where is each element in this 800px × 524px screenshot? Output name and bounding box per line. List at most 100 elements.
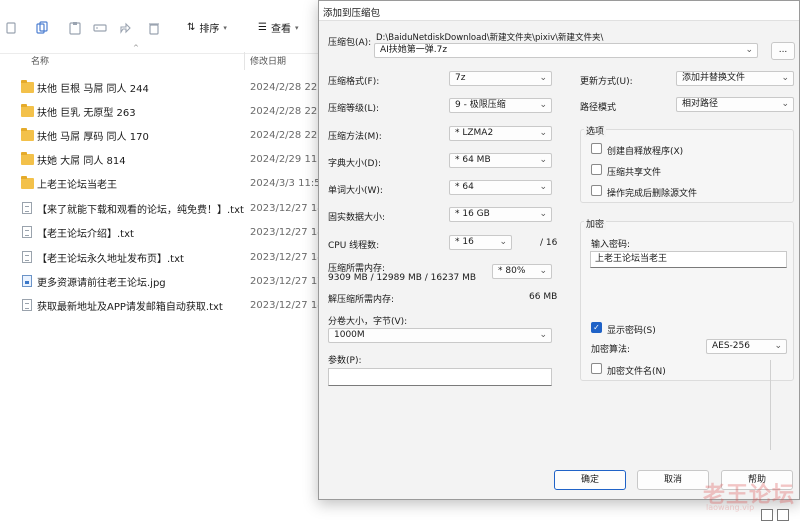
dict-value: * 64 MB xyxy=(455,155,491,165)
folder-icon xyxy=(21,127,34,141)
column-name[interactable]: 名称 xyxy=(31,54,49,67)
list-item[interactable]: 扶他 巨根 马屌 同人 244 2024/2/28 22:5 xyxy=(0,75,327,99)
sort-label: 排序 xyxy=(199,24,220,35)
sfx-checkbox[interactable] xyxy=(591,143,602,154)
list-item[interactable]: 扶他 马屌 厚码 同人 170 2024/2/28 22:4 xyxy=(0,123,327,147)
window-icon xyxy=(777,509,789,521)
file-name: 更多资源请前往老王论坛.jpg xyxy=(37,277,166,289)
file-name: 扶她 大屌 同人 814 xyxy=(37,155,126,167)
path-mode-select[interactable]: 相对路径 ⌄ xyxy=(676,97,794,112)
file-date: 2023/12/27 18 xyxy=(250,299,324,311)
column-date[interactable]: 修改日期 xyxy=(250,54,286,67)
encryption-title: 加密 xyxy=(584,217,607,230)
cut-icon[interactable] xyxy=(2,19,20,37)
password-label: 输入密码: xyxy=(591,240,631,250)
dict-select[interactable]: * 64 MB ⌄ xyxy=(449,153,552,168)
path-mode-label: 路径模式 xyxy=(580,103,617,113)
column-divider[interactable] xyxy=(244,52,245,70)
list-item[interactable]: 扶他 巨乳 无原型 263 2024/2/28 22:4 xyxy=(0,99,327,123)
list-item[interactable]: 上老王论坛当老王 2024/3/3 11:58 xyxy=(0,171,327,195)
ok-button[interactable]: 确定 xyxy=(554,470,626,490)
split-combo[interactable]: 1000M ⌄ xyxy=(328,328,552,343)
view-icon: ☰ xyxy=(258,22,267,33)
enc-method-select[interactable]: AES-256 ⌄ xyxy=(706,339,787,354)
list-item[interactable]: 【老王论坛永久地址发布页】.txt 2023/12/27 18 xyxy=(0,245,324,269)
sort-icon: ⇅ xyxy=(187,22,196,33)
method-value: * LZMA2 xyxy=(455,128,494,138)
show-password-checkbox[interactable]: ✓ xyxy=(591,322,602,333)
dialog-titlebar[interactable]: 添加到压缩包 xyxy=(319,1,799,21)
word-label: 单词大小(W): xyxy=(328,186,383,196)
text-file-icon xyxy=(22,299,32,311)
file-date: 2024/3/3 11:58 xyxy=(250,177,327,189)
params-label: 参数(P): xyxy=(328,356,362,366)
file-date: 2023/12/27 18 xyxy=(250,202,324,214)
copy-icon[interactable] xyxy=(33,19,51,37)
path-mode-value: 相对路径 xyxy=(682,99,719,109)
chevron-down-icon: ⌄ xyxy=(539,266,547,276)
delete-after-checkbox[interactable] xyxy=(591,185,602,196)
delete-icon[interactable] xyxy=(145,19,163,37)
threads-value: * 16 xyxy=(455,237,474,247)
list-item[interactable]: 获取最新地址及APP请发邮箱自动获取.txt 2023/12/27 18 xyxy=(0,293,324,317)
sfx-label[interactable]: 创建自释放程序(X) xyxy=(607,144,683,157)
shared-checkbox[interactable] xyxy=(591,164,602,175)
mem-percent-select[interactable]: * 80% ⌄ xyxy=(492,264,552,279)
delete-after-label[interactable]: 操作完成后删除源文件 xyxy=(607,186,697,199)
word-select[interactable]: * 64 ⌄ xyxy=(449,180,552,195)
threads-max: / 16 xyxy=(540,238,558,248)
chevron-down-icon: ⌄ xyxy=(499,237,507,247)
archive-name-combo[interactable]: AI扶她第一弹.7z ⌄ xyxy=(374,43,758,58)
encrypt-names-label[interactable]: 加密文件名(N) xyxy=(607,364,666,377)
add-to-archive-dialog: 添加到压缩包 压缩包(A): D:\BaiduNetdiskDownload\新… xyxy=(318,0,800,500)
chevron-down-icon: ⌄ xyxy=(539,330,547,340)
dialog-title: 添加到压缩包 xyxy=(323,8,381,19)
chevron-down-icon: ⌄ xyxy=(781,73,789,83)
solid-select[interactable]: * 16 GB ⌄ xyxy=(449,207,552,222)
browse-button[interactable]: ... xyxy=(771,42,795,60)
chevron-down-icon: ⌄ xyxy=(539,128,547,138)
share-icon[interactable] xyxy=(116,19,134,37)
password-input[interactable]: 上老王论坛当老王 xyxy=(590,251,787,268)
sort-button[interactable]: ⇅ 排序 ▾ xyxy=(187,20,227,35)
file-name: 【来了就能下载和观看的论坛，纯免费！】.txt xyxy=(37,204,244,216)
archive-name-value: AI扶她第一弹.7z xyxy=(380,45,448,55)
rename-icon[interactable] xyxy=(91,19,109,37)
decomp-label: 解压缩所需内存: xyxy=(328,295,395,305)
shared-label[interactable]: 压缩共享文件 xyxy=(607,165,661,178)
format-value: 7z xyxy=(455,73,466,83)
file-date: 2024/2/28 22:4 xyxy=(250,105,327,117)
format-select[interactable]: 7z ⌄ xyxy=(449,71,552,86)
chevron-down-icon: ⌄ xyxy=(539,100,547,110)
cancel-button[interactable]: 取消 xyxy=(637,470,709,490)
chevron-down-icon: ▾ xyxy=(223,23,227,32)
watermark-url: laowang.vip xyxy=(706,503,755,512)
chevron-down-icon: ⌄ xyxy=(781,99,789,109)
method-select[interactable]: * LZMA2 ⌄ xyxy=(449,126,552,141)
file-name: 扶他 巨乳 无原型 263 xyxy=(37,107,136,119)
threads-select[interactable]: * 16 ⌄ xyxy=(449,235,512,250)
show-password-label[interactable]: 显示密码(S) xyxy=(607,323,656,336)
archive-label: 压缩包(A): xyxy=(328,38,372,48)
level-select[interactable]: 9 - 极限压缩 ⌄ xyxy=(449,98,552,113)
encrypt-names-checkbox[interactable] xyxy=(591,363,602,374)
list-item[interactable]: 更多资源请前往老王论坛.jpg 2023/12/27 17 xyxy=(0,269,324,293)
view-button[interactable]: ☰ 查看 ▾ xyxy=(258,20,298,35)
threads-label: CPU 线程数: xyxy=(328,241,380,251)
params-input[interactable] xyxy=(328,368,552,386)
options-title: 选项 xyxy=(584,124,607,137)
list-item[interactable]: 【来了就能下载和观看的论坛，纯免费！】.txt 2023/12/27 18 xyxy=(0,196,324,220)
update-select[interactable]: 添加并替换文件 ⌄ xyxy=(676,71,794,86)
level-value: 9 - 极限压缩 xyxy=(455,100,506,110)
mem-values: 9309 MB / 12989 MB / 16237 MB xyxy=(328,273,477,283)
window-icon xyxy=(761,509,773,521)
dict-label: 字典大小(D): xyxy=(328,159,381,169)
update-label: 更新方式(U): xyxy=(580,77,633,87)
solid-value: * 16 GB xyxy=(455,209,490,219)
list-item[interactable]: 【老王论坛介绍】.txt 2023/12/27 18 xyxy=(0,220,324,244)
chevron-down-icon: ⌄ xyxy=(745,45,753,55)
solid-label: 固实数据大小: xyxy=(328,213,386,223)
paste-icon[interactable] xyxy=(66,19,84,37)
list-item[interactable]: 扶她 大屌 同人 814 2024/2/29 11:5 xyxy=(0,147,327,171)
file-date: 2024/2/28 22:5 xyxy=(250,81,327,93)
